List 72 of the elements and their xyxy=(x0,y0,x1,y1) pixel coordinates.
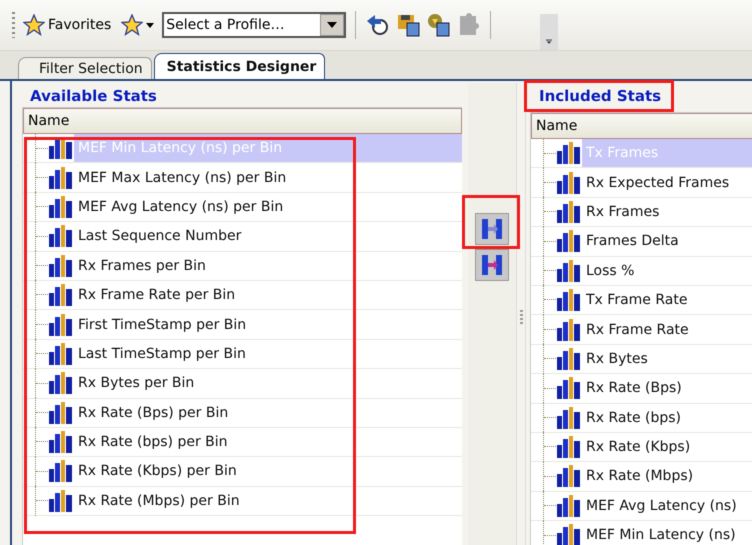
move-right-icon xyxy=(480,217,504,241)
bar-chart-icon xyxy=(48,371,74,396)
bar-chart-icon xyxy=(48,166,74,190)
tab[interactable]: Statistics Designer xyxy=(154,53,326,79)
stat-item[interactable]: Tx Frame Rate xyxy=(582,286,752,314)
stat-item[interactable]: Rx Rate (bps) xyxy=(582,404,752,432)
stat-item[interactable]: MEF Avg Latency (ns) per Bin xyxy=(74,192,462,222)
bar-chart-icon xyxy=(556,141,582,166)
bar-chart-icon xyxy=(556,376,582,400)
add-button[interactable] xyxy=(475,213,509,245)
bar-chart-icon xyxy=(48,459,74,484)
favorites-button[interactable]: Favorites xyxy=(21,14,114,36)
star-icon xyxy=(121,14,144,36)
stat-item[interactable]: Rx Frame Rate xyxy=(582,315,752,344)
bar-chart-icon xyxy=(48,400,74,425)
bar-chart-icon xyxy=(556,406,582,430)
bar-chart-icon xyxy=(48,312,74,337)
stat-item[interactable]: Rx Frames xyxy=(582,198,752,226)
bar-chart-icon xyxy=(556,435,582,460)
stat-item[interactable]: Rx Rate (Mbps) per Bin xyxy=(74,486,462,516)
stat-item[interactable]: Last Sequence Number xyxy=(74,222,462,251)
stat-item[interactable]: Rx Rate (bps) per Bin xyxy=(74,428,462,456)
stat-item[interactable]: MEF Min Latency (ns) xyxy=(582,521,752,545)
bar-chart-icon xyxy=(48,283,74,308)
bar-chart-icon xyxy=(48,430,74,454)
bar-chart-icon xyxy=(48,254,74,278)
stat-item[interactable]: MEF Avg Latency (ns) xyxy=(582,492,752,520)
bar-chart-icon xyxy=(556,170,582,195)
stat-item[interactable]: Rx Expected Frames xyxy=(582,168,752,197)
caret-icon xyxy=(327,22,338,28)
stat-item[interactable]: First TimeStamp per Bin xyxy=(74,310,462,339)
highlight-frame xyxy=(462,195,520,249)
bar-chart-icon xyxy=(556,200,582,224)
bar-chart-icon xyxy=(556,523,582,545)
tab[interactable]: Filter Selection xyxy=(18,57,152,79)
bar-chart-icon xyxy=(48,488,74,513)
group-title: Included Stats xyxy=(538,86,662,107)
stat-item[interactable]: Rx Rate (Mbps) xyxy=(582,462,752,491)
bar-chart-icon xyxy=(48,224,74,248)
bar-chart-icon xyxy=(556,464,582,488)
remove-icon xyxy=(480,253,504,277)
stat-item[interactable]: Frames Delta xyxy=(582,227,752,256)
bar-chart-icon xyxy=(556,318,582,342)
profile-select[interactable]: Select a Profile… xyxy=(162,12,346,38)
stat-item[interactable]: Rx Rate (Kbps) xyxy=(582,432,752,462)
bar-chart-icon xyxy=(556,258,582,283)
star-icon xyxy=(23,14,45,36)
stat-item[interactable]: Last TimeStamp per Bin xyxy=(74,340,462,368)
bar-chart-icon xyxy=(48,342,74,366)
stat-item[interactable]: Rx Rate (Kbps) per Bin xyxy=(74,457,462,486)
stat-item[interactable]: Rx Frame Rate per Bin xyxy=(74,280,462,310)
column-header[interactable]: Name xyxy=(531,113,752,139)
stat-item[interactable]: Rx Bytes per Bin xyxy=(74,369,462,398)
remove-button[interactable] xyxy=(475,249,509,281)
load-icon[interactable] xyxy=(427,13,452,37)
stat-item[interactable]: Rx Rate (Bps) per Bin xyxy=(74,398,462,427)
stat-item[interactable]: Rx Rate (Bps) xyxy=(582,374,752,403)
bar-chart-icon xyxy=(556,229,582,254)
group-title: Available Stats xyxy=(29,86,157,107)
bar-chart-icon xyxy=(556,288,582,312)
stat-item[interactable]: Rx Frames per Bin xyxy=(74,252,462,280)
add-favorite-button[interactable] xyxy=(119,14,156,36)
bar-chart-icon xyxy=(556,494,582,518)
caret-icon xyxy=(146,22,154,28)
stat-item[interactable]: MEF Max Latency (ns) per Bin xyxy=(74,163,462,192)
stat-item[interactable]: Rx Bytes xyxy=(582,344,752,374)
bar-chart-icon xyxy=(556,346,582,371)
save-icon[interactable] xyxy=(397,13,422,37)
bar-chart-icon xyxy=(48,194,74,219)
stat-item[interactable]: Loss % xyxy=(582,256,752,285)
overflow-icon xyxy=(546,38,552,46)
column-header[interactable]: Name xyxy=(23,108,462,134)
